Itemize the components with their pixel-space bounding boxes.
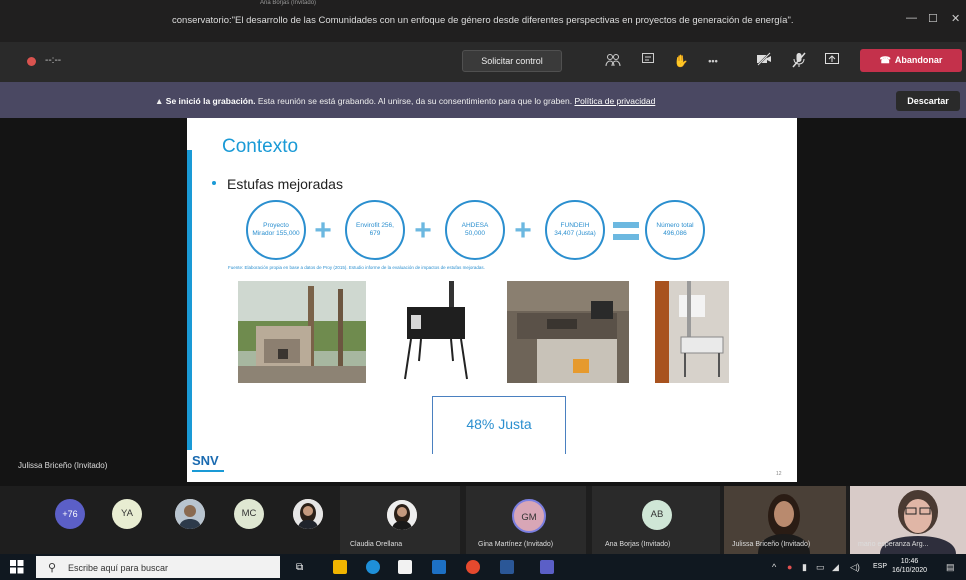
word-icon[interactable] <box>500 560 514 574</box>
participant-name-julissa: Julissa Briceño (Invitado) <box>732 541 811 548</box>
avatar-photo-man[interactable] <box>175 499 205 529</box>
microphone-slash-icon <box>792 52 806 68</box>
raise-hand-icon[interactable]: ✋ <box>672 52 690 70</box>
windows-start-icon[interactable] <box>10 560 24 579</box>
avatar-mc[interactable]: MC <box>234 499 264 529</box>
window-subtitle: Ana Borjas (Invitado) <box>260 0 317 6</box>
participant-name-claudia: Claudia Orellana <box>350 541 403 548</box>
chat-bubble-icon <box>642 53 654 63</box>
tray-wifi-icon[interactable]: ◢ <box>832 562 839 573</box>
share-tray-icon <box>825 53 839 64</box>
wall-stove-photo <box>655 281 729 383</box>
recording-notice-text: Esta reunión se está grabando. Al unirse… <box>255 96 575 106</box>
recording-notice: ▲ Se inició la grabación. Esta reunión s… <box>155 96 655 106</box>
leave-button[interactable]: ☎ Abandonar <box>860 49 962 72</box>
minimize-icon[interactable]: — <box>906 12 917 24</box>
avatar-ya[interactable]: YA <box>112 499 142 529</box>
maximize-icon[interactable]: ☐ <box>928 12 938 25</box>
meeting-title: conservatorio:"El desarrollo de las Comu… <box>172 15 794 26</box>
participant-name-gina: Gina Martínez (Invitado) <box>478 541 554 548</box>
input-language[interactable]: ESP <box>873 563 887 570</box>
person-photo-icon <box>387 500 417 530</box>
file-explorer-icon[interactable] <box>333 560 347 574</box>
video-slash-icon <box>757 52 771 66</box>
avatar-gm: GM <box>512 499 546 533</box>
privacy-policy-link[interactable]: Política de privacidad <box>575 96 656 106</box>
slide-title: Contexto <box>222 136 299 157</box>
callout-text: 48% Justa <box>466 416 532 432</box>
avatar-claudia <box>387 500 417 530</box>
participant-name-mario: mario esperanza Arg... <box>858 541 929 548</box>
slide-page-number: 12 <box>776 471 782 477</box>
plus-icon: + <box>514 214 532 247</box>
chat-icon[interactable] <box>639 52 657 70</box>
windows-logo-icon <box>10 560 24 574</box>
plus-icon: + <box>314 214 332 247</box>
avatar-ab: AB <box>642 500 672 530</box>
tray-mic-icon[interactable]: ▮ <box>802 562 807 573</box>
stat-circle-envirofit: Envirofit 256, 679 <box>345 200 405 260</box>
plus-icon: + <box>414 214 432 247</box>
outdoor-stove-photo <box>238 281 366 383</box>
tray-app-icon[interactable]: ● <box>787 562 792 572</box>
slide-bullet: Estufas mejoradas <box>227 176 343 192</box>
request-control-button[interactable]: Solicitar control <box>462 50 562 72</box>
warning-icon: ▲ <box>155 96 166 106</box>
notifications-icon[interactable]: ▤ <box>946 562 955 573</box>
stat-circle-fundeih: FUNDEIH 34,407 (Justa) <box>545 200 605 260</box>
stat-circle-total: Número total 496,086 <box>645 200 705 260</box>
tray-network-icon[interactable]: ▭ <box>816 562 825 573</box>
avatar-photo-woman[interactable] <box>293 499 323 529</box>
slide-source-note: Fuente: Elaboración propia en base a dat… <box>228 265 485 270</box>
people-icon <box>605 54 621 67</box>
presenter-name: Julissa Briceño (Invitado) <box>18 461 108 470</box>
leave-label: Abandonar <box>894 55 943 65</box>
clock-date: 16/10/2020 <box>892 567 928 575</box>
participants-icon[interactable] <box>604 52 622 70</box>
slide-accent-bar <box>187 150 192 450</box>
equals-icon <box>613 222 639 240</box>
more-options-icon[interactable]: ••• <box>704 52 722 70</box>
bullet-icon <box>212 181 216 185</box>
recording-indicator-icon <box>27 57 36 66</box>
search-icon: ⚲ <box>48 562 57 574</box>
dismiss-button[interactable]: Descartar <box>896 91 960 111</box>
snv-logo: SNV <box>192 453 219 468</box>
mic-off-icon[interactable] <box>790 52 808 70</box>
share-screen-icon[interactable] <box>823 52 841 70</box>
tray-volume-icon[interactable]: ◁) <box>850 562 860 573</box>
overflow-participants-button[interactable]: +76 <box>55 499 85 529</box>
stat-circle-ahdesa: AHDESA 50,000 <box>445 200 505 260</box>
taskbar-search-placeholder: Escribe aquí para buscar <box>68 563 169 573</box>
person-photo-icon <box>175 499 205 529</box>
teams-icon[interactable] <box>540 560 554 574</box>
close-icon[interactable]: ✕ <box>951 12 960 25</box>
clock-time: 10:46 <box>900 558 919 565</box>
recording-notice-bold: Se inició la grabación. <box>165 96 256 106</box>
task-view-icon[interactable]: ⧉ <box>296 562 303 573</box>
chrome-icon[interactable] <box>466 560 480 574</box>
store-icon[interactable] <box>398 560 412 574</box>
taskbar-clock[interactable]: 10:46 16/10/2020 <box>892 557 927 575</box>
camera-off-icon[interactable] <box>755 52 773 70</box>
phone-hangup-icon: ☎ <box>879 55 891 65</box>
meeting-timer: --:-- <box>45 55 62 66</box>
logo-underline <box>192 470 224 472</box>
tray-chevron-icon[interactable]: ^ <box>772 562 776 572</box>
stat-circle-mirador: Proyecto Mirador 155,000 <box>246 200 306 260</box>
mail-icon[interactable] <box>432 560 446 574</box>
edge-icon[interactable] <box>366 560 380 574</box>
kitchen-stove-photo <box>507 281 629 383</box>
participant-name-ana: Ana Borjas (Invitado) <box>605 541 671 548</box>
person-photo-icon <box>293 499 323 529</box>
metal-stove-photo <box>397 281 475 383</box>
